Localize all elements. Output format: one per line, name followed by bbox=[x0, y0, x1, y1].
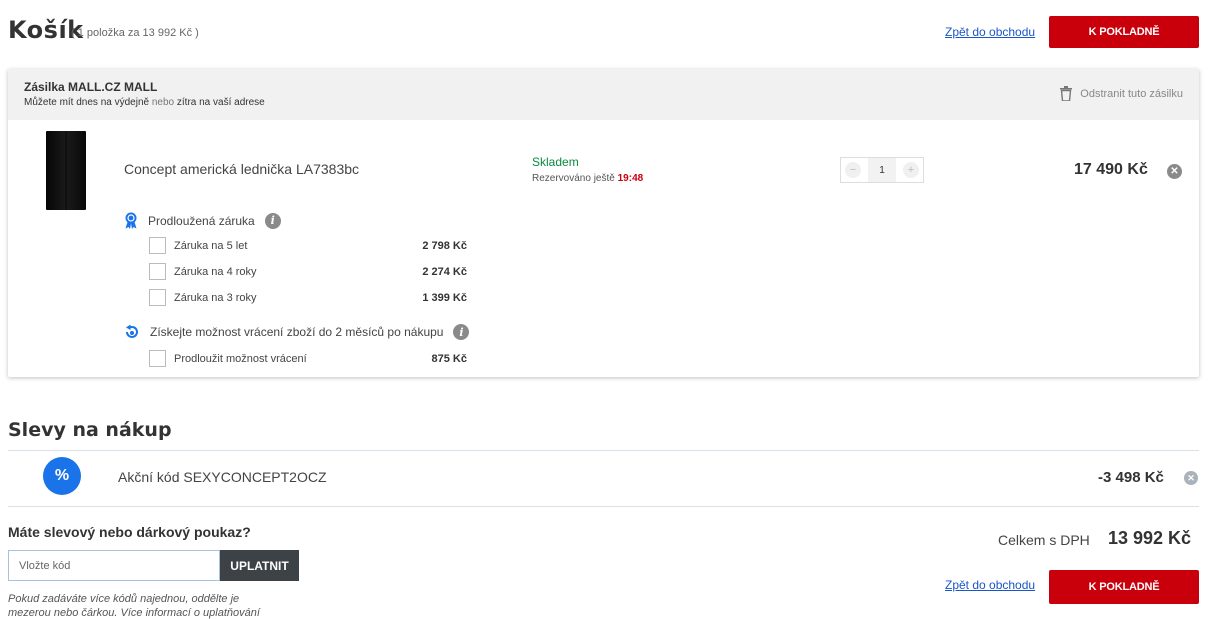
voucher-title: Máte slevový nebo dárkový poukaz? bbox=[8, 524, 251, 540]
delivery-home-text: zítra na vaší adrese bbox=[176, 97, 265, 108]
shipment-header: Zásilka MALL.CZ MALL Můžete mít dnes na … bbox=[8, 69, 1199, 120]
warranty-3y-checkbox[interactable] bbox=[149, 289, 166, 306]
warranty-option-price: 1 399 Kč bbox=[422, 291, 467, 304]
returns-option: Prodloužit možnost vrácení 875 Kč bbox=[149, 350, 467, 367]
checkout-button[interactable]: K POKLADNĚ bbox=[1049, 16, 1199, 48]
warranty-5y-checkbox[interactable] bbox=[149, 237, 166, 254]
delivery-or-text: nebo bbox=[151, 97, 175, 108]
quantity-increase-button[interactable]: + bbox=[903, 162, 919, 178]
percent-icon: % bbox=[43, 457, 81, 495]
warranty-4y-checkbox[interactable] bbox=[149, 263, 166, 280]
remove-shipment-label: Odstranit tuto zásilku bbox=[1080, 87, 1183, 100]
voucher-help-line: Pokud zadáváte více kódů najednou, odděl… bbox=[8, 593, 240, 605]
remove-shipment-button[interactable]: Odstranit tuto zásilku bbox=[1060, 86, 1183, 101]
returns-section-header: Získejte možnost vrácení zboží do 2 měsí… bbox=[124, 324, 470, 340]
warranty-option: Záruka na 3 roky 1 399 Kč bbox=[149, 289, 467, 306]
extend-returns-checkbox[interactable] bbox=[149, 350, 166, 367]
reservation-info: Rezervováno ještě 19:48 bbox=[532, 173, 643, 184]
info-icon[interactable]: i bbox=[264, 212, 281, 229]
warranty-option: Záruka na 5 let 2 798 Kč bbox=[149, 237, 467, 254]
shipment-title: Zásilka MALL.CZ MALL bbox=[24, 80, 158, 94]
shipment-card: Zásilka MALL.CZ MALL Můžete mít dnes na … bbox=[8, 69, 1199, 377]
warranty-option-price: 2 798 Kč bbox=[422, 239, 467, 252]
checkout-button[interactable]: K POKLADNĚ bbox=[1049, 570, 1199, 604]
divider bbox=[8, 506, 1199, 507]
product-image[interactable] bbox=[46, 131, 86, 210]
quantity-decrease-button[interactable]: − bbox=[845, 162, 861, 178]
info-icon[interactable]: i bbox=[453, 324, 470, 340]
returns-option-price: 875 Kč bbox=[431, 352, 467, 365]
quantity-input[interactable]: 1 bbox=[868, 158, 896, 182]
promo-code-name: Akční kód SEXYCONCEPT2OCZ bbox=[118, 469, 327, 485]
voucher-help-line: mezerou nebo čárkou. Více informací o up… bbox=[8, 607, 260, 619]
returns-title: Získejte možnost vrácení zboží do 2 měsí… bbox=[150, 325, 444, 339]
back-to-shop-link[interactable]: Zpět do obchodu bbox=[945, 25, 1035, 39]
warranty-option-label: Záruka na 4 roky bbox=[174, 265, 257, 278]
reservation-time: 19:48 bbox=[617, 173, 644, 184]
discounts-title: Slevy na nákup bbox=[8, 419, 172, 441]
warranty-option: Záruka na 4 roky 2 274 Kč bbox=[149, 263, 467, 280]
stock-status: Skladem bbox=[532, 155, 579, 169]
warranty-option-label: Záruka na 5 let bbox=[174, 239, 248, 252]
divider bbox=[8, 450, 1199, 451]
voucher-help-text: Pokud zadáváte více kódů najednou, odděl… bbox=[8, 592, 298, 619]
total-label: Celkem s DPH bbox=[998, 532, 1090, 548]
back-to-shop-link[interactable]: Zpět do obchodu bbox=[945, 578, 1035, 592]
award-ribbon-icon bbox=[125, 212, 137, 229]
delivery-pickup-text: Můžete mít dnes na výdejně bbox=[24, 97, 150, 108]
product-price: 17 490 Kč bbox=[1074, 161, 1148, 178]
warranty-option-price: 2 274 Kč bbox=[422, 265, 467, 278]
cart-item-count: ( 1 položka za 13 992 Kč ) bbox=[71, 27, 199, 39]
returns-option-label: Prodloužit možnost vrácení bbox=[174, 352, 307, 365]
total-value: 13 992 Kč bbox=[1108, 528, 1192, 548]
warranty-title: Prodloužená záruka bbox=[148, 213, 255, 228]
promo-discount-amount: -3 498 Kč bbox=[1098, 469, 1164, 486]
remove-product-button[interactable]: ✕ bbox=[1167, 164, 1182, 179]
product-name[interactable]: Concept americká lednička LA7383bc bbox=[124, 161, 359, 177]
warranty-option-label: Záruka na 3 roky bbox=[174, 291, 257, 304]
shipment-delivery-info: Můžete mít dnes na výdejně nebo zítra na… bbox=[24, 97, 265, 108]
quantity-stepper: − 1 + bbox=[840, 157, 924, 183]
apply-voucher-button[interactable]: UPLATNIT bbox=[220, 550, 299, 581]
reservation-label: Rezervováno ještě bbox=[532, 173, 615, 184]
remove-promo-button[interactable]: ✕ bbox=[1184, 471, 1198, 485]
trash-icon bbox=[1060, 86, 1073, 101]
return-arrow-icon bbox=[126, 324, 138, 338]
voucher-code-input[interactable] bbox=[8, 550, 220, 581]
warranty-section-header: Prodloužená záruka i bbox=[124, 212, 281, 229]
